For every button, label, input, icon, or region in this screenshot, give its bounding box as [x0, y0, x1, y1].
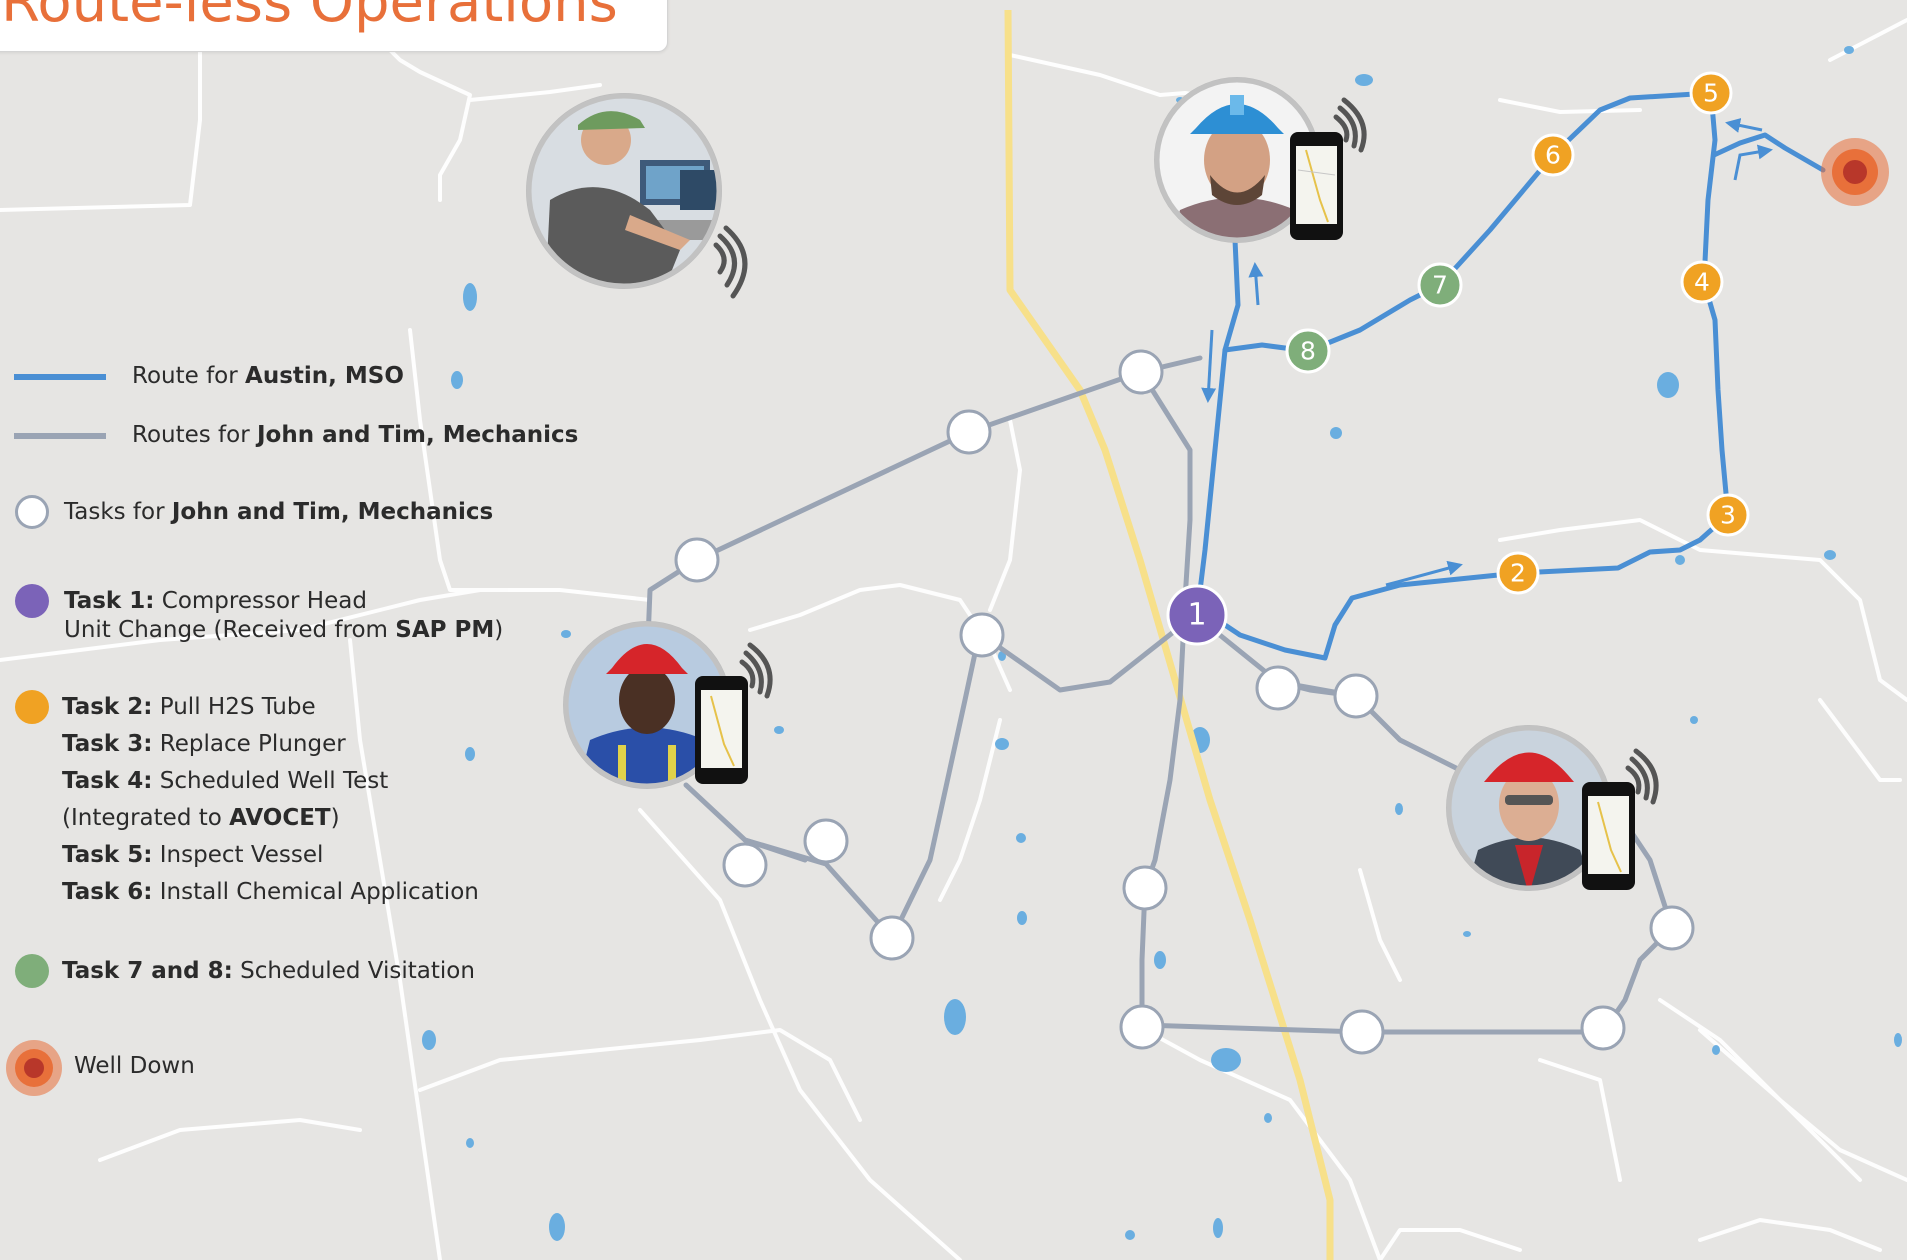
well-down-icon [6, 1040, 62, 1096]
legend-gray-role: , Mechanics [426, 422, 579, 448]
task-4-number: 4 [1694, 268, 1710, 297]
mechanic-task-marker[interactable] [1118, 349, 1164, 395]
legend-task-3-text: Replace Plunger [152, 731, 346, 757]
legend-task1-text: Compressor Head [154, 588, 367, 614]
legend-task1-line2-suffix: ) [494, 617, 504, 643]
smartphone-icon [695, 676, 748, 784]
legend-white-tasks: Tasks for John and Tim, Mechanics [64, 499, 493, 527]
map-legend: Route for Austin, MSO Routes for John an… [0, 0, 578, 1100]
legend-task-4-integration: (Integrated to AVOCET) [62, 805, 340, 833]
task-8-number: 8 [1300, 337, 1316, 366]
white-task-swatch [15, 495, 49, 529]
legend-task-3-label: Task 3: [62, 731, 153, 757]
legend-white-name: John and Tim [171, 499, 341, 525]
mechanic-task-marker[interactable] [674, 537, 720, 583]
legend-task-2-text: Pull H2S Tube [152, 694, 316, 720]
legend-blue-role: , MSO [328, 363, 404, 389]
gray-route-swatch [14, 433, 106, 439]
task-3-number: 3 [1720, 501, 1736, 530]
legend-task-3: Task 3: Replace Plunger [62, 731, 346, 759]
legend-task-4-integration-bold: AVOCET [229, 805, 331, 831]
legend-blue-name: Austin [245, 363, 329, 389]
legend-task1-label: Task 1: [64, 588, 155, 614]
mechanic-task-marker[interactable] [1255, 665, 1301, 711]
well-down-marker[interactable] [1821, 138, 1889, 206]
legend-task-4-integration-text: (Integrated to [62, 805, 230, 831]
task-7-marker[interactable]: 7 [1417, 262, 1463, 308]
legend-blue-route: Route for Austin, MSO [132, 363, 404, 391]
task-5-number: 5 [1703, 79, 1719, 108]
mechanic-task-marker[interactable] [1580, 1005, 1626, 1051]
mechanic-task-marker[interactable] [869, 915, 915, 961]
legend-white-prefix: Tasks for [64, 499, 172, 525]
legend-white-role: , Mechanics [340, 499, 494, 525]
task-8-marker[interactable]: 8 [1285, 328, 1331, 374]
blue-route-swatch [14, 374, 106, 380]
legend-gray-prefix: Routes for [132, 422, 257, 448]
legend-well-down-text: Well Down [74, 1053, 195, 1079]
legend-gray-name: John and Tim [257, 422, 427, 448]
worker-red-hardhat-left-avatar[interactable] [560, 620, 773, 800]
task-1-marker[interactable]: 1 [1166, 584, 1228, 646]
legend-task-4-integration-tail: ) [330, 805, 340, 831]
task-3-marker[interactable]: 3 [1706, 493, 1750, 537]
task-7-number: 7 [1432, 271, 1448, 300]
task-5-marker[interactable]: 5 [1689, 71, 1733, 115]
worker-red-hardhat-right-avatar[interactable] [1445, 725, 1659, 895]
mechanic-task-marker[interactable] [1333, 673, 1379, 719]
mechanic-task-marker[interactable] [1119, 1004, 1165, 1050]
legend-green-text: Scheduled Visitation [232, 958, 475, 984]
mechanics-routes [645, 355, 1675, 1035]
task-6-number: 6 [1545, 141, 1561, 170]
legend-gray-route: Routes for John and Tim, Mechanics [132, 422, 578, 450]
legend-task1-line2-bold: SAP PM [395, 617, 495, 643]
legend-task-5: Task 5: Inspect Vessel [62, 842, 323, 870]
legend-task1-line2: Unit Change (Received from SAP PM) [64, 617, 503, 645]
legend-task1-line2-prefix: Unit Change (Received from [64, 617, 396, 643]
task-2-number: 2 [1510, 559, 1526, 588]
mechanic-task-marker[interactable] [803, 818, 849, 864]
legend-task-4-label: Task 4: [62, 768, 153, 794]
smartphone-icon [1582, 782, 1635, 890]
mechanic-task-marker[interactable] [1339, 1009, 1385, 1055]
task-2-marker[interactable]: 2 [1496, 551, 1540, 595]
legend-well-down: Well Down [74, 1053, 195, 1081]
legend-task1-line1: Task 1: Compressor Head [64, 588, 367, 616]
task-4-marker[interactable]: 4 [1680, 260, 1724, 304]
legend-task-5-label: Task 5: [62, 842, 153, 868]
legend-task-2: Task 2: Pull H2S Tube [62, 694, 316, 722]
smartphone-icon [1290, 132, 1343, 240]
task-1-number: 1 [1187, 598, 1206, 633]
signal-icon [713, 225, 748, 299]
mechanic-task-marker[interactable] [1122, 865, 1168, 911]
legend-task-6-text: Install Chemical Application [152, 879, 479, 905]
legend-task-6-label: Task 6: [62, 879, 153, 905]
mechanic-task-marker[interactable] [959, 612, 1005, 658]
legend-green-tasks: Task 7 and 8: Scheduled Visitation [62, 958, 475, 986]
orange-task-swatch [15, 690, 49, 724]
purple-task-swatch [15, 584, 49, 618]
legend-task-4: Task 4: Scheduled Well Test [62, 768, 388, 796]
legend-task-6: Task 6: Install Chemical Application [62, 879, 479, 907]
legend-task-4-text: Scheduled Well Test [152, 768, 389, 794]
task-6-marker[interactable]: 6 [1531, 133, 1575, 177]
legend-blue-prefix: Route for [132, 363, 246, 389]
green-task-swatch [15, 954, 49, 988]
legend-task-2-label: Task 2: [62, 694, 153, 720]
mechanic-task-marker[interactable] [946, 409, 992, 455]
mechanic-task-marker[interactable] [1649, 905, 1695, 951]
mechanic-task-marker[interactable] [722, 842, 768, 888]
legend-green-label: Task 7 and 8: [62, 958, 233, 984]
legend-task-5-text: Inspect Vessel [152, 842, 324, 868]
worker-blue-hardhat-avatar[interactable] [1150, 75, 1367, 255]
